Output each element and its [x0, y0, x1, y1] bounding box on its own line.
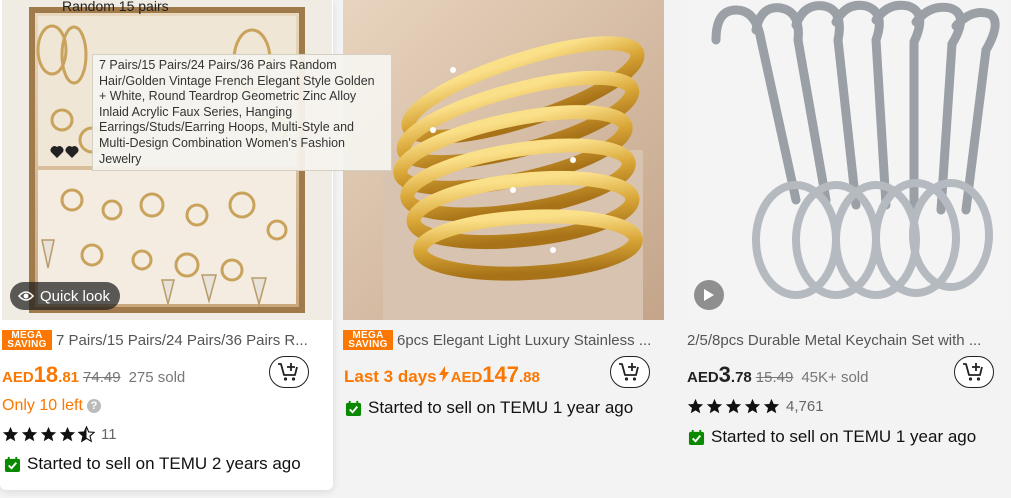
star-icon — [744, 398, 761, 414]
seller-since-text: Started to sell on TEMU 1 year ago — [368, 398, 634, 417]
product-title[interactable]: 6pcs Elegant Light Luxury Stainless ... — [397, 332, 651, 349]
price-main: 3 — [718, 362, 731, 387]
currency: AED — [450, 369, 483, 386]
seller-since: Started to sell on TEMU 1 year ago — [688, 427, 976, 447]
star-icon — [40, 426, 57, 442]
add-to-cart-button[interactable] — [954, 356, 994, 388]
badge-text-bottom: SAVING — [348, 339, 388, 350]
play-video-button[interactable] — [694, 280, 724, 310]
question-icon[interactable]: ? — [86, 399, 101, 413]
sold-count: 45K+ sold — [801, 369, 869, 386]
half-star-icon — [78, 426, 95, 443]
mega-saving-badge: MEGA SAVING — [343, 330, 393, 350]
product-image[interactable] — [686, 0, 1007, 320]
star-icon — [2, 426, 19, 442]
title-tooltip: 7 Pairs/15 Pairs/24 Pairs/36 Pairs Rando… — [92, 54, 392, 172]
old-price: 15.49 — [755, 369, 794, 386]
star-icon — [59, 426, 76, 442]
old-price: 74.49 — [83, 369, 121, 386]
product-card[interactable]: 2/5/8pcs Durable Metal Keychain Set with… — [686, 0, 1011, 498]
product-title-row[interactable]: 2/5/8pcs Durable Metal Keychain Set with… — [687, 330, 1007, 350]
review-count: 4,761 — [786, 398, 824, 415]
star-icon — [725, 398, 742, 414]
calendar-check-icon — [688, 429, 705, 445]
price-row: Last 3 days AED 147 .88 — [344, 362, 540, 388]
price-decimal: .88 — [519, 369, 540, 386]
price-decimal: .78 — [730, 369, 752, 386]
seller-since: Started to sell on TEMU 1 year ago — [345, 398, 633, 418]
star-icon — [706, 398, 723, 414]
price-row: AED 3 .78 15.49 45K+ sold — [687, 362, 868, 388]
sold-count: 275 sold — [128, 369, 186, 386]
rating: 4,761 — [687, 398, 824, 415]
mega-saving-badge: MEGA SAVING — [2, 330, 52, 350]
price-main: 147 — [482, 362, 519, 387]
seller-since-text: Started to sell on TEMU 2 years ago — [27, 454, 301, 473]
lightning-icon — [438, 366, 449, 382]
seller-since-text: Started to sell on TEMU 1 year ago — [711, 427, 977, 446]
product-title[interactable]: 2/5/8pcs Durable Metal Keychain Set with… — [687, 332, 981, 349]
price-row: AED 18 .81 74.49 275 sold — [2, 362, 185, 388]
product-title-row[interactable]: MEGA SAVING 6pcs Elegant Light Luxury Sta… — [343, 330, 665, 350]
star-icon — [21, 426, 38, 442]
review-count: 11 — [101, 426, 117, 443]
rating: 11 — [2, 426, 117, 443]
currency: AED — [687, 369, 719, 386]
badge-text-bottom: SAVING — [7, 339, 47, 350]
product-title-row[interactable]: MEGA SAVING 7 Pairs/15 Pairs/24 Pairs/36 … — [2, 330, 328, 350]
play-icon — [704, 289, 714, 301]
add-to-cart-button[interactable] — [610, 356, 650, 388]
image-caption: Random 15 pairs — [62, 0, 169, 14]
quick-look-label: Quick look — [40, 287, 111, 305]
cart-plus-icon — [619, 363, 639, 381]
calendar-check-icon — [345, 400, 362, 416]
eye-icon — [18, 291, 34, 301]
promo-text: Last 3 days — [344, 367, 437, 386]
cart-plus-icon — [963, 363, 983, 381]
stock-note: Only 10 left ? — [2, 397, 101, 415]
product-title[interactable]: 7 Pairs/15 Pairs/24 Pairs/36 Pairs R... — [56, 332, 308, 349]
stock-note-text: Only 10 left — [2, 397, 83, 414]
add-to-cart-button[interactable] — [269, 356, 309, 388]
star-icon — [687, 398, 704, 414]
cart-plus-icon — [278, 363, 298, 381]
calendar-check-icon — [4, 456, 21, 472]
seller-since: Started to sell on TEMU 2 years ago — [4, 454, 301, 474]
price-decimal: .81 — [58, 369, 80, 386]
product-card[interactable]: Random 15 pairs 7 Pairs/15 Pairs/24 Pair… — [0, 0, 392, 490]
currency: AED — [2, 369, 34, 386]
price-main: 18 — [33, 362, 59, 387]
quick-look-button[interactable]: Quick look — [10, 282, 121, 310]
star-icon — [763, 398, 780, 414]
product-card[interactable]: MEGA SAVING 6pcs Elegant Light Luxury Sta… — [343, 0, 671, 498]
